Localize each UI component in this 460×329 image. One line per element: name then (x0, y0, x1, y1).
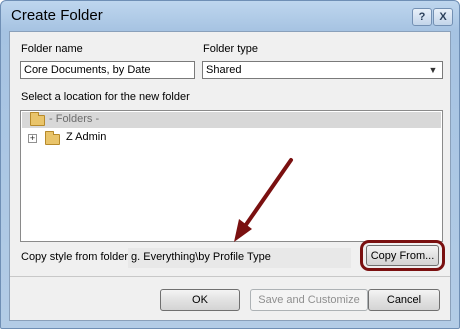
expand-plus-icon[interactable]: + (28, 134, 37, 143)
divider (10, 276, 450, 277)
location-label: Select a location for the new folder (21, 91, 190, 103)
tree-root-item[interactable]: - Folders - (22, 112, 441, 128)
close-button[interactable]: X (433, 8, 453, 26)
folder-type-label: Folder type (203, 43, 259, 55)
copy-style-field: g. Everything\by Profile Type (128, 248, 351, 268)
open-folder-icon (30, 112, 45, 126)
tree-item-z-admin[interactable]: + Z Admin (21, 129, 221, 147)
copy-from-button[interactable]: Copy From... (366, 245, 439, 266)
folder-tree[interactable]: - Folders - + Z Admin (20, 110, 443, 242)
title-bar[interactable]: Create Folder ? X (1, 1, 459, 31)
tree-root-label: - Folders - (49, 113, 100, 125)
dialog-title: Create Folder (11, 7, 103, 24)
folder-type-value: Shared (206, 64, 242, 76)
folder-type-select[interactable]: Shared ▼ (202, 61, 443, 79)
help-button[interactable]: ? (412, 8, 432, 26)
chevron-down-icon: ▼ (428, 65, 438, 75)
tree-item-label: Z Admin (66, 131, 107, 143)
cancel-button[interactable]: Cancel (368, 289, 440, 311)
create-folder-dialog: Create Folder ? X Folder name Folder typ… (0, 0, 460, 329)
copy-style-label: Copy style from folder (21, 251, 128, 263)
help-icon: ? (418, 11, 426, 23)
folder-icon (45, 131, 60, 145)
save-and-customize-button[interactable]: Save and Customize (250, 289, 368, 311)
dialog-body: Folder name Folder type Shared ▼ Select … (9, 31, 451, 321)
close-icon: X (439, 11, 447, 23)
ok-button[interactable]: OK (160, 289, 240, 311)
folder-name-input[interactable] (20, 61, 195, 79)
folder-name-label: Folder name (21, 43, 83, 55)
